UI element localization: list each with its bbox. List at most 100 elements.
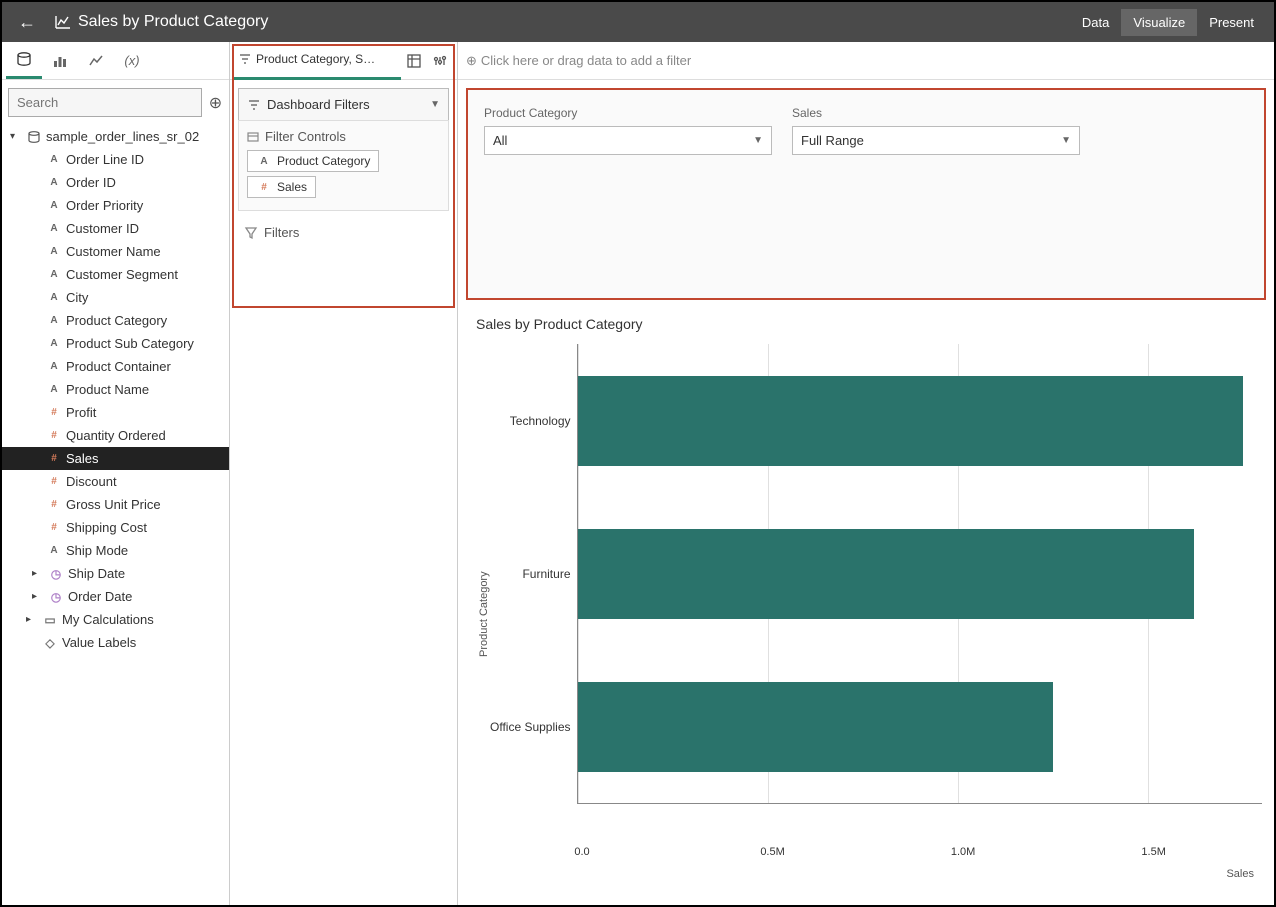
- back-button[interactable]: ←: [10, 12, 44, 33]
- filter-select-product-category[interactable]: All ▼: [484, 126, 772, 155]
- type-icon: A: [46, 154, 62, 165]
- trend-icon[interactable]: [78, 43, 114, 79]
- field-order-date[interactable]: ▸◷Order Date: [2, 585, 229, 608]
- filter-select-sales[interactable]: Full Range ▼: [792, 126, 1080, 155]
- field-customer-name[interactable]: ACustomer Name: [2, 240, 229, 263]
- page-title: Sales by Product Category: [78, 13, 1070, 31]
- type-icon: #: [46, 476, 62, 487]
- my-calculations[interactable]: ▸ ▭ My Calculations: [2, 608, 229, 631]
- field-product-name[interactable]: AProduct Name: [2, 378, 229, 401]
- plus-circle-icon: ⊕: [466, 53, 477, 69]
- chart-icon: [44, 13, 78, 31]
- panel-icon: [247, 131, 259, 143]
- filter-label-product-category: Product Category: [484, 106, 772, 120]
- app-header: ← Sales by Product Category Data Visuali…: [2, 2, 1274, 42]
- search-input[interactable]: [8, 88, 202, 117]
- pill-product-category[interactable]: AProduct Category: [247, 150, 379, 172]
- type-icon: A: [46, 200, 62, 211]
- type-icon: A: [46, 315, 62, 326]
- type-icon: ◷: [48, 590, 64, 604]
- settings-icon[interactable]: [427, 48, 453, 74]
- x-tick: 0.0: [574, 846, 589, 858]
- type-icon: #: [46, 453, 62, 464]
- type-icon: #: [46, 499, 62, 510]
- type-icon: A: [46, 338, 62, 349]
- left-toolbar: (x): [2, 42, 229, 80]
- y-tick: Technology: [510, 414, 571, 428]
- field-city[interactable]: ACity: [2, 286, 229, 309]
- field-gross-unit-price[interactable]: #Gross Unit Price: [2, 493, 229, 516]
- bar-technology[interactable]: [578, 376, 1243, 466]
- type-icon: A: [46, 177, 62, 188]
- value-labels[interactable]: ▸ ◇ Value Labels: [2, 631, 229, 654]
- data-source-icon[interactable]: [6, 43, 42, 79]
- x-tick: 0.5M: [760, 846, 784, 858]
- field-order-id[interactable]: AOrder ID: [2, 171, 229, 194]
- bar-office-supplies[interactable]: [578, 682, 1053, 772]
- y-tick: Furniture: [522, 567, 570, 581]
- field-ship-mode[interactable]: AShip Mode: [2, 539, 229, 562]
- data-panel: (x) ⊕ ▾ sample_order_lines_sr_02 AOrder …: [2, 42, 230, 905]
- field-tree: ▾ sample_order_lines_sr_02 AOrder Line I…: [2, 125, 229, 905]
- field-order-priority[interactable]: AOrder Priority: [2, 194, 229, 217]
- type-icon: ◷: [48, 567, 64, 581]
- type-icon: #: [46, 522, 62, 533]
- filter-controls-label: Filter Controls: [247, 129, 440, 144]
- type-icon: A: [46, 292, 62, 303]
- layout-icon[interactable]: [401, 48, 427, 74]
- field-profit[interactable]: #Profit: [2, 401, 229, 424]
- y-axis-labels: Technology Furniture Office Supplies: [490, 344, 577, 804]
- field-order-line-id[interactable]: AOrder Line ID: [2, 148, 229, 171]
- config-tab[interactable]: Product Category, S…: [234, 42, 401, 80]
- field-ship-date[interactable]: ▸◷Ship Date: [2, 562, 229, 585]
- field-shipping-cost[interactable]: #Shipping Cost: [2, 516, 229, 539]
- type-icon: A: [46, 269, 62, 280]
- dataset-icon: [26, 130, 42, 144]
- x-tick: 1.5M: [1141, 846, 1165, 858]
- filters-section[interactable]: Filters: [230, 219, 457, 246]
- chart-title: Sales by Product Category: [476, 316, 1262, 332]
- field-product-sub-category[interactable]: AProduct Sub Category: [2, 332, 229, 355]
- formula-icon[interactable]: (x): [114, 43, 150, 79]
- bar-chart-icon[interactable]: [42, 43, 78, 79]
- chart: Sales by Product Category Product Catego…: [458, 300, 1274, 905]
- field-product-container[interactable]: AProduct Container: [2, 355, 229, 378]
- field-customer-segment[interactable]: ACustomer Segment: [2, 263, 229, 286]
- type-icon: #: [46, 430, 62, 441]
- tag-icon: ◇: [42, 636, 58, 650]
- plot-area: [577, 344, 1263, 804]
- chevron-down-icon: ▼: [1061, 135, 1071, 146]
- x-axis-title: Sales: [476, 868, 1254, 880]
- x-tick: 1.0M: [951, 846, 975, 858]
- filters-icon: [238, 52, 252, 66]
- tab-visualize[interactable]: Visualize: [1121, 9, 1197, 36]
- y-axis-title: Product Category: [476, 344, 490, 844]
- canvas: ⊕ Click here or drag data to add a filte…: [458, 42, 1274, 905]
- field-discount[interactable]: #Discount: [2, 470, 229, 493]
- y-tick: Office Supplies: [490, 720, 571, 734]
- add-button[interactable]: ⊕: [208, 93, 223, 113]
- dataset-label: sample_order_lines_sr_02: [46, 129, 199, 144]
- field-product-category[interactable]: AProduct Category: [2, 309, 229, 332]
- pill-sales[interactable]: #Sales: [247, 176, 316, 198]
- tab-data[interactable]: Data: [1070, 9, 1121, 36]
- dashboard-filters-icon: [247, 98, 261, 112]
- bar-furniture[interactable]: [578, 529, 1194, 619]
- type-icon: A: [46, 361, 62, 372]
- dashboard-filters-header[interactable]: Dashboard Filters ▼: [239, 89, 448, 121]
- folder-icon: ▭: [42, 613, 58, 627]
- type-icon: A: [46, 545, 62, 556]
- type-icon: A: [46, 223, 62, 234]
- field-customer-id[interactable]: ACustomer ID: [2, 217, 229, 240]
- tab-present[interactable]: Present: [1197, 9, 1266, 36]
- field-quantity-ordered[interactable]: #Quantity Ordered: [2, 424, 229, 447]
- header-tabs: Data Visualize Present: [1070, 9, 1266, 36]
- type-icon: A: [46, 246, 62, 257]
- filter-label-sales: Sales: [792, 106, 1080, 120]
- type-icon: #: [46, 407, 62, 418]
- dataset-node[interactable]: ▾ sample_order_lines_sr_02: [2, 125, 229, 148]
- chevron-down-icon: ▼: [753, 135, 763, 146]
- filter-drop-hint[interactable]: ⊕ Click here or drag data to add a filte…: [458, 42, 1274, 80]
- type-icon: A: [46, 384, 62, 395]
- field-sales[interactable]: #Sales: [2, 447, 229, 470]
